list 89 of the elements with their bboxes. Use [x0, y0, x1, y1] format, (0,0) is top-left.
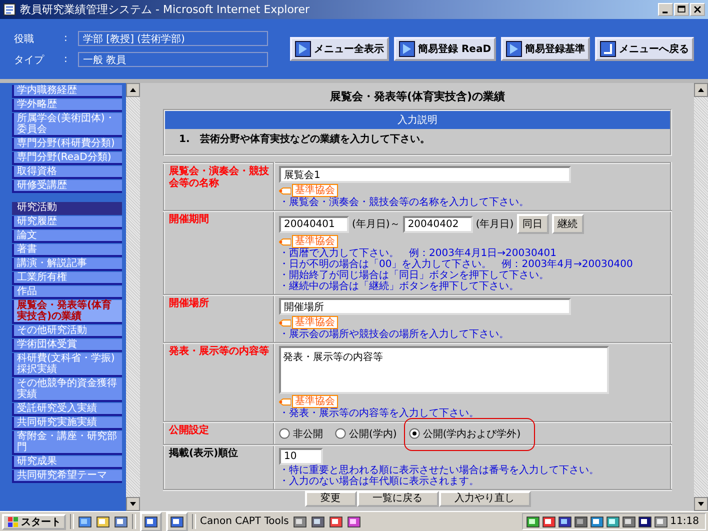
sidebar-item[interactable]: 著書: [12, 244, 122, 257]
sidebar-item[interactable]: 研究履歴: [12, 216, 122, 229]
hint-text: ・展示会の場所や競技会の場所を入力して下さい。: [279, 329, 510, 340]
field-label: 掲載(表示)順位: [164, 445, 274, 490]
menu-button[interactable]: メニューへ戻る: [595, 37, 694, 61]
sidebar-item[interactable]: 学術団体受賞: [12, 339, 122, 352]
sidebar-item[interactable]: 研修受講歴: [12, 180, 122, 193]
window-icon[interactable]: [144, 514, 158, 528]
app-label: Canon CAPT Tools: [200, 516, 289, 527]
section-header: 入力説明: [165, 111, 670, 129]
date-field[interactable]: 20040401: [279, 216, 349, 232]
sidebar-item[interactable]: 展覧会・発表等(体育実技含)の業績: [12, 300, 122, 324]
menu-button[interactable]: メニュー全表示: [290, 37, 389, 61]
sidebar-item[interactable]: 学内職務経歴: [12, 85, 122, 98]
form-button[interactable]: 変更: [304, 491, 356, 507]
sidebar-item[interactable]: その他競争的資金獲得実績: [12, 378, 122, 402]
sidebar-item[interactable]: 専門分野(科研費分類): [12, 138, 122, 151]
return-icon: [600, 41, 616, 57]
scroll-up-icon[interactable]: [126, 83, 140, 97]
maximize-icon[interactable]: [674, 3, 689, 16]
input-field[interactable]: 開催場所: [279, 298, 571, 315]
scroll-up-icon[interactable]: [694, 83, 708, 97]
sidebar-item[interactable]: 共同研究希望テーマ: [12, 470, 122, 483]
sidebar-item[interactable]: 専門分野(ReaD分類): [12, 152, 122, 165]
field-value: 学部 [教授] (芸術学部): [78, 31, 268, 46]
hint-text: ・入力のない場合は年代順に表示されます。: [279, 476, 480, 487]
sidebar-item[interactable]: 工業所有権: [12, 272, 122, 285]
field-label: 開催場所: [164, 295, 274, 343]
sidebar-item[interactable]: 作品: [12, 286, 122, 299]
sidebar-item[interactable]: 受託研究受入実績: [12, 403, 122, 416]
window-icon[interactable]: [114, 514, 128, 528]
sidebar-heading: 研究活動: [12, 202, 122, 215]
input-field[interactable]: 展覧会1: [279, 166, 571, 183]
unit-label: (年月日)～: [352, 218, 400, 231]
window-icon[interactable]: [170, 514, 184, 528]
hint-text: ・開始終了が同じ場合は「同日」ボタンを押下して下さい。: [279, 270, 550, 281]
sidebar-item[interactable]: 講演・解説記事: [12, 258, 122, 271]
form-button[interactable]: 一覧に戻る: [356, 491, 438, 507]
sidebar-item[interactable]: 科研費(文科省・学振)採択実績: [12, 353, 122, 377]
form-button[interactable]: 入力やり直し: [438, 491, 530, 507]
hint-text: ・西暦で入力して下さい。 例：2003年4月1日→20030401: [279, 248, 558, 259]
radio-label: 公開(学内): [349, 428, 397, 440]
sidebar-item[interactable]: 取得資格: [12, 166, 122, 179]
field-value: 一般 教員: [78, 52, 268, 67]
hint-text: ・発表・展示等の内容等を入力して下さい。: [279, 408, 480, 419]
start-button[interactable]: スタート: [2, 514, 66, 530]
clock-text: 11:18: [670, 516, 699, 527]
hint-text: ・特に重要と思われる順に表示させたい場合は番号を入力して下さい。: [279, 465, 600, 476]
instruction-text: 1. 芸術分野や体育実技などの業績を入力して下さい。: [179, 132, 431, 146]
form-button[interactable]: 同日: [516, 214, 549, 234]
sidebar-item[interactable]: 所属学会(美術団体)・委員会: [12, 113, 122, 137]
hint-text: ・継続中の場合は「継続」ボタンを押下して下さい。: [279, 281, 520, 292]
form-button[interactable]: 継続: [552, 214, 584, 234]
window-title: 教員研究業績管理システム - Microsoft Internet Explorer: [20, 2, 310, 17]
separator-text: :: [64, 54, 68, 65]
radio-label: 公開(学内および学外): [422, 428, 521, 440]
radio-button[interactable]: [335, 428, 346, 439]
minimize-icon[interactable]: [658, 3, 673, 16]
date-field[interactable]: 20040402: [402, 216, 473, 232]
scroll-down-icon[interactable]: [126, 497, 140, 511]
unit-label: (年月日): [476, 218, 514, 231]
sidebar-item[interactable]: 学外略歴: [12, 99, 122, 112]
scroll-down-icon[interactable]: [694, 497, 708, 511]
field-label: 開催期間: [164, 211, 274, 295]
close-icon[interactable]: [690, 3, 705, 16]
play-icon: [398, 41, 415, 57]
text-area[interactable]: 発表・展示等の内容等: [279, 346, 609, 394]
input-field[interactable]: 10: [279, 448, 323, 465]
sidebar-item[interactable]: その他研究活動: [12, 325, 122, 338]
field-label: タイプ: [14, 54, 46, 66]
sidebar-item[interactable]: 寄附金・講座・研究部門: [12, 431, 122, 455]
play-icon: [506, 41, 522, 57]
hint-text: ・展覧会・演奏会・競技会等の名称を入力して下さい。: [279, 197, 530, 208]
menu-button[interactable]: 簡易登録 ReaD: [394, 37, 496, 61]
sidebar-item[interactable]: 共同研究実施実績: [12, 417, 122, 430]
radio-label: 非公開: [293, 428, 323, 440]
page-title: 展覧会・発表等(体育実技含)の業績: [328, 89, 506, 104]
radio-button[interactable]: [408, 428, 420, 439]
menu-button[interactable]: 簡易登録基準: [501, 37, 590, 61]
radio-button[interactable]: [279, 428, 290, 439]
sidebar-item[interactable]: 研究成果: [12, 456, 122, 469]
sidebar-item[interactable]: 論文: [12, 230, 122, 243]
hint-text: ・日が不明の場合は「00」を入力して下さい。 例：2003年4月→20030400: [279, 259, 634, 270]
play-icon: [294, 41, 311, 57]
field-label: 発表・展示等の内容等: [164, 343, 274, 422]
field-label: 役職: [14, 32, 35, 46]
field-label: 公開設定: [164, 422, 274, 445]
separator-text: :: [64, 33, 68, 44]
field-label: 展覧会・演奏会・競技会等の名称: [164, 163, 274, 211]
